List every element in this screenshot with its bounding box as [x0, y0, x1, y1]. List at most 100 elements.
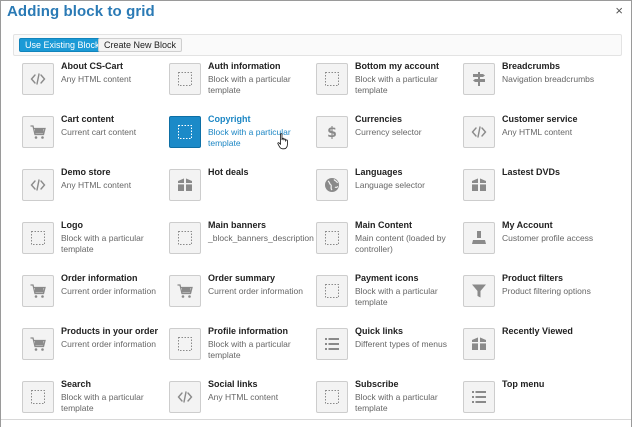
- filter-icon: [463, 275, 495, 307]
- block-description: Navigation breadcrumbs: [502, 74, 595, 84]
- block-item[interactable]: Logo Block with a particular template: [22, 220, 162, 270]
- code-icon: [463, 116, 495, 148]
- block-description: Block with a particular template: [208, 74, 291, 95]
- block-description: Current order information: [61, 339, 156, 349]
- block-description: Any HTML content: [61, 74, 132, 84]
- cart-icon: [22, 116, 54, 148]
- template-icon: [22, 381, 54, 413]
- template-icon: [169, 222, 201, 254]
- block-name: Social links: [208, 379, 258, 389]
- code-icon: [22, 63, 54, 95]
- block-description: _block_banners_description: [208, 233, 314, 243]
- block-item[interactable]: Main banners _block_banners_description: [169, 220, 314, 270]
- block-item[interactable]: Order summary Current order information: [169, 273, 309, 323]
- block-item[interactable]: Products in your order Current order info…: [22, 326, 162, 376]
- block-name: Search: [61, 379, 92, 389]
- tab-use-existing-block[interactable]: Use Existing Block: [19, 38, 106, 52]
- block-item[interactable]: Recently Viewed: [463, 326, 603, 376]
- block-name: Customer service: [502, 114, 578, 124]
- block-name: Demo store: [61, 167, 111, 177]
- block-name: Breadcrumbs: [502, 61, 561, 71]
- block-description: Current order information: [208, 286, 303, 296]
- block-name: Lastest DVDs: [502, 167, 561, 177]
- block-name: My Account: [502, 220, 553, 230]
- dialog-titlebar: Adding block to grid ×: [1, 1, 631, 23]
- block-item[interactable]: Languages Language selector: [316, 167, 456, 217]
- block-name: Bottom my account: [355, 61, 440, 71]
- block-item[interactable]: Breadcrumbs Navigation breadcrumbs: [463, 61, 603, 111]
- cart-icon: [169, 275, 201, 307]
- block-description: Any HTML content: [502, 127, 573, 137]
- block-tabs: Use Existing Block Create New Block: [13, 34, 622, 56]
- signpost-icon: [463, 63, 495, 95]
- block-name: Quick links: [355, 326, 404, 336]
- template-icon: [316, 275, 348, 307]
- tab-create-new-block[interactable]: Create New Block: [98, 38, 183, 52]
- close-icon[interactable]: ×: [615, 4, 623, 18]
- block-item[interactable]: Demo store Any HTML content: [22, 167, 162, 217]
- block-name: Copyright: [208, 114, 251, 124]
- block-name: Main Content: [355, 220, 412, 230]
- block-description: Block with a particular template: [61, 233, 144, 254]
- block-description: Block with a particular template: [355, 286, 438, 307]
- block-item[interactable]: Main Content Main content (loaded by cont…: [316, 220, 456, 270]
- block-item[interactable]: My Account Customer profile access: [463, 220, 603, 270]
- template-icon: [169, 116, 201, 148]
- code-icon: [169, 381, 201, 413]
- block-item[interactable]: Order information Current order informati…: [22, 273, 162, 323]
- list-icon: [316, 328, 348, 360]
- block-item[interactable]: Bottom my account Block with a particular…: [316, 61, 456, 111]
- block-item[interactable]: Profile information Block with a particul…: [169, 326, 309, 376]
- block-item[interactable]: $ Currencies Currency selector: [316, 114, 456, 164]
- block-description: Different types of menus: [355, 339, 447, 349]
- template-icon: [316, 222, 348, 254]
- template-icon: [169, 63, 201, 95]
- block-name: Top menu: [502, 379, 545, 389]
- svg-text:$: $: [327, 125, 337, 141]
- block-item[interactable]: Payment icons Block with a particular tem…: [316, 273, 456, 323]
- cart-icon: [22, 275, 54, 307]
- block-item[interactable]: Cart content Current cart content: [22, 114, 162, 164]
- block-description: Currency selector: [355, 127, 422, 137]
- block-name: Products in your order: [61, 326, 159, 336]
- user-icon: [463, 222, 495, 254]
- block-name: Subscribe: [355, 379, 399, 389]
- template-icon: [316, 381, 348, 413]
- block-name: Languages: [355, 167, 403, 177]
- block-name: Recently Viewed: [502, 326, 573, 336]
- block-name: Main banners: [208, 220, 267, 230]
- hand-cursor-icon: [277, 133, 288, 150]
- block-description: Current order information: [61, 286, 156, 296]
- block-description: Language selector: [355, 180, 425, 190]
- block-item[interactable]: Product filters Product filtering options: [463, 273, 603, 323]
- block-description: Any HTML content: [61, 180, 132, 190]
- block-item[interactable]: Quick links Different types of menus: [316, 326, 456, 376]
- block-item[interactable]: Auth information Block with a particular …: [169, 61, 309, 111]
- box-icon: [463, 328, 495, 360]
- dialog-title: Adding block to grid: [7, 3, 155, 20]
- block-item[interactable]: About CS-Cart Any HTML content: [22, 61, 162, 111]
- dollar-icon: $: [316, 116, 348, 148]
- block-item[interactable]: Customer service Any HTML content: [463, 114, 603, 164]
- block-name: Cart content: [61, 114, 115, 124]
- block-name: Order summary: [208, 273, 276, 283]
- dialog-bottom-edge: [1, 419, 631, 427]
- block-name: Auth information: [208, 61, 281, 71]
- block-name: Currencies: [355, 114, 403, 124]
- block-description: Block with a particular template: [208, 127, 291, 148]
- block-name: Profile information: [208, 326, 289, 336]
- block-name: Order information: [61, 273, 138, 283]
- block-name: Hot deals: [208, 167, 249, 177]
- block-description: Current cart content: [61, 127, 137, 137]
- block-name: Product filters: [502, 273, 564, 283]
- template-icon: [316, 63, 348, 95]
- block-description: Main content (loaded by controller): [355, 233, 446, 254]
- block-item[interactable]: Hot deals: [169, 167, 309, 217]
- template-icon: [22, 222, 54, 254]
- block-description: Any HTML content: [208, 392, 279, 402]
- block-item[interactable]: Lastest DVDs: [463, 167, 603, 217]
- block-name: About CS-Cart: [61, 61, 123, 71]
- list-icon: [463, 381, 495, 413]
- block-description: Customer profile access: [502, 233, 594, 243]
- block-description: Block with a particular template: [208, 339, 291, 360]
